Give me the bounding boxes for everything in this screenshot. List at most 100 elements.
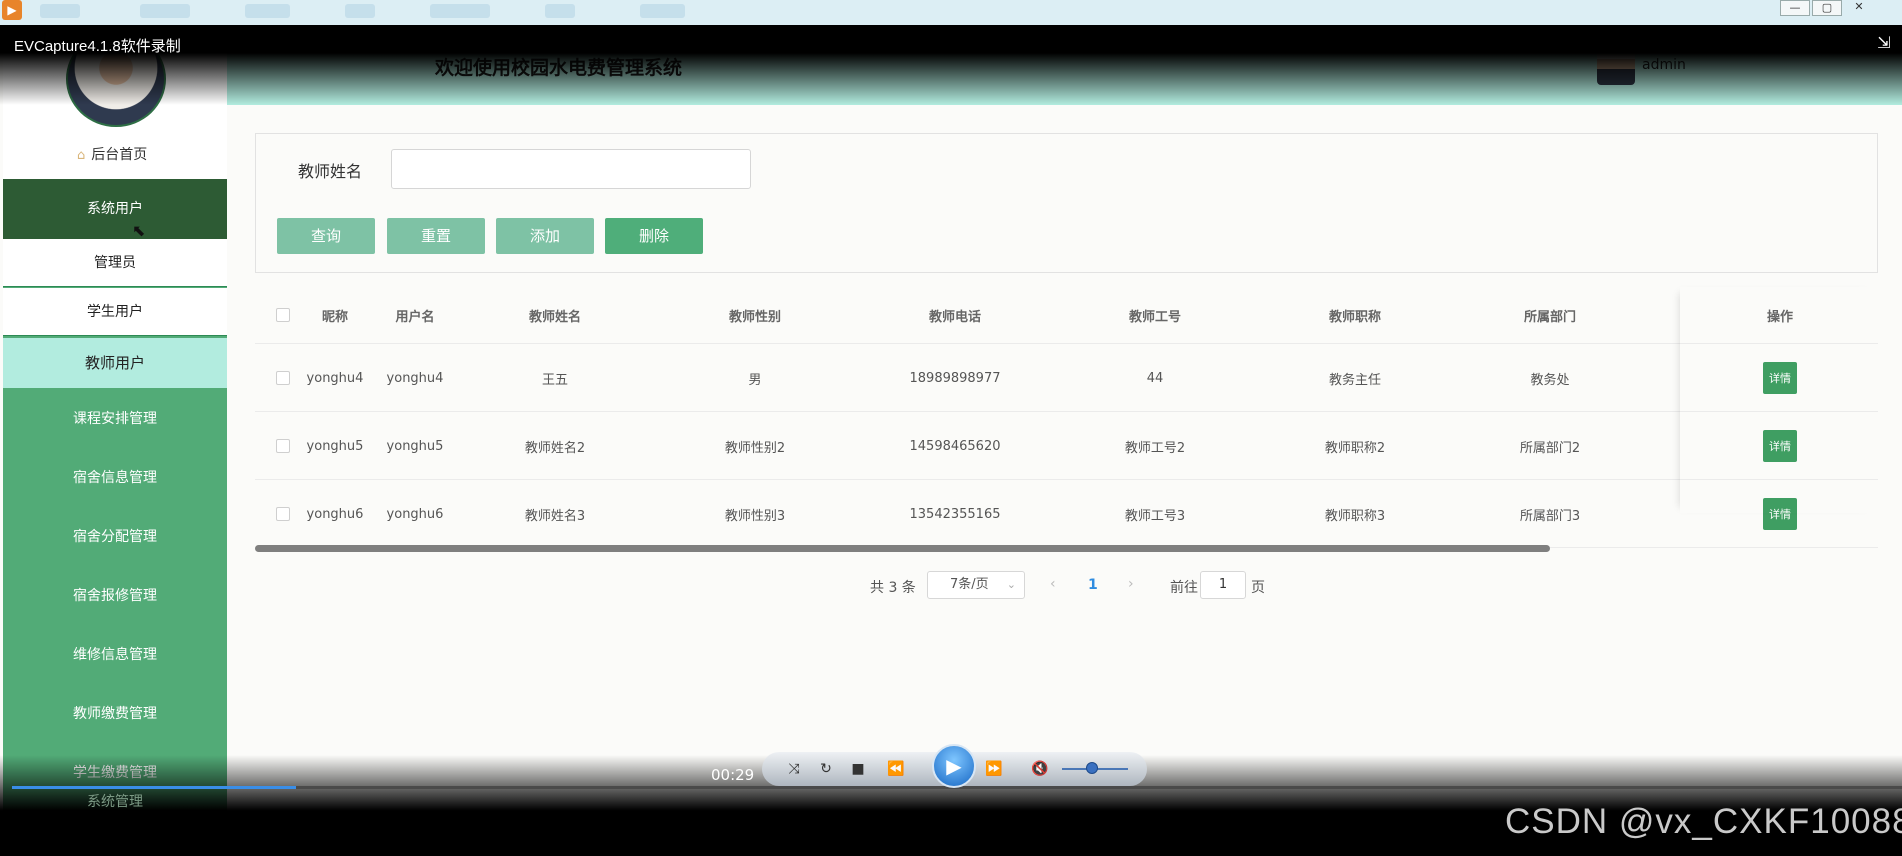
sidebar-item-maintenance[interactable]: 维修信息管理 [3, 626, 227, 685]
home-icon: ⌂ [77, 148, 86, 163]
cell-teacher-name: 教师姓名3 [524, 508, 586, 524]
column-header: 教师工号 [1128, 309, 1181, 325]
cell-teacher-gender: 教师性别2 [724, 440, 786, 456]
cell-nickname: yonghu6 [306, 506, 364, 522]
sidebar-item-admin[interactable]: 管理员 [3, 239, 227, 287]
chevron-down-icon: ⌄ [1006, 578, 1016, 591]
sidebar-item-course-schedule[interactable]: 课程安排管理 [3, 390, 227, 449]
header-avatar[interactable] [1597, 45, 1635, 85]
cell-teacher-id: 44 [1146, 370, 1164, 386]
blurred-toolbar-item [345, 4, 375, 18]
sidebar-item-home[interactable]: ⌂ 后台首页 [77, 144, 147, 164]
capture-app-icon: ▶ [2, 0, 22, 20]
sidebar-item-dorm-assignment[interactable]: 宿舍分配管理 [3, 508, 227, 567]
sidebar-item-dorm-info[interactable]: 宿舍信息管理 [3, 449, 227, 508]
top-header: 欢迎使用校园水电费管理系统 admin [227, 25, 1902, 105]
detail-button[interactable]: 详情 [1763, 430, 1797, 462]
sidebar-group-system-users[interactable]: 系统用户 [3, 179, 227, 239]
pagination-total: 共 3 条 [870, 580, 916, 596]
stop-icon[interactable]: ■ [848, 759, 868, 779]
blurred-toolbar-item [430, 4, 490, 18]
repeat-icon[interactable]: ⤨ [784, 759, 804, 779]
prev-page-button[interactable]: ‹ [1050, 576, 1056, 592]
column-header: 教师电话 [928, 309, 981, 325]
cell-department: 所属部门2 [1519, 440, 1581, 456]
refresh-icon[interactable]: ↻ [816, 759, 836, 779]
cell-nickname: yonghu5 [306, 438, 364, 454]
column-header: 教师性别 [728, 309, 781, 325]
current-page[interactable]: 1 [1088, 577, 1098, 593]
column-header: 教师职称 [1328, 309, 1381, 325]
watermark: CSDN @vx_CXKF10088 [1505, 802, 1902, 841]
current-user-name[interactable]: admin [1642, 57, 1686, 73]
playback-time: 00:29 [711, 766, 755, 784]
column-header: 用户名 [395, 309, 435, 325]
cell-teacher-id: 教师工号3 [1124, 508, 1186, 524]
column-header: 昵称 [321, 309, 348, 325]
rewind-icon[interactable]: ⏪ [886, 759, 906, 779]
table-header-row: 昵称 用户名 教师姓名 教师性别 教师电话 教师工号 教师职称 所属部门 操作 [255, 287, 1878, 344]
cell-nickname: yonghu4 [306, 370, 364, 386]
cell-teacher-name: 教师姓名2 [524, 440, 586, 456]
minimize-button[interactable]: — [1780, 0, 1810, 16]
cell-teacher-title: 教师职称3 [1324, 508, 1386, 524]
mute-icon[interactable]: 🔇 [1030, 759, 1050, 779]
cell-actions: 详情 [1720, 345, 1840, 411]
table-row: yonghu5 yonghu5 教师姓名2 教师性别2 14598465620 … [255, 413, 1878, 480]
close-button[interactable]: ✕ [1844, 0, 1874, 16]
play-icon[interactable]: ▶ [932, 744, 976, 788]
cursor-icon: ⬉ [132, 221, 146, 240]
cell-username: yonghu4 [386, 370, 444, 386]
page-size-value: 7条/页 [950, 577, 989, 592]
cell-teacher-gender: 男 [748, 372, 762, 388]
sidebar-item-label: 后台首页 [91, 147, 148, 163]
blurred-toolbar-item [140, 4, 190, 18]
sidebar-item-dorm-repair[interactable]: 宿舍报修管理 [3, 567, 227, 626]
teacher-table: 昵称 用户名 教师姓名 教师性别 教师电话 教师工号 教师职称 所属部门 操作 … [255, 287, 1878, 548]
blurred-toolbar-item [545, 4, 575, 18]
goto-label: 前往 [1170, 580, 1198, 596]
teacher-name-input[interactable] [391, 149, 751, 189]
next-page-button[interactable]: › [1128, 576, 1134, 592]
sidebar-item-system-management[interactable]: 系统管理 [3, 791, 227, 811]
table-horizontal-scrollbar[interactable] [255, 545, 1550, 552]
page-size-select[interactable]: 7条/页 ⌄ [927, 571, 1025, 599]
blurred-toolbar-item [40, 4, 80, 18]
volume-knob[interactable] [1085, 762, 1098, 774]
fullscreen-icon[interactable]: ⇲ [1874, 33, 1894, 53]
reset-button[interactable]: 重置 [387, 218, 485, 254]
detail-button[interactable]: 详情 [1763, 498, 1797, 530]
column-header: 操作 [1766, 309, 1793, 325]
add-button[interactable]: 添加 [496, 218, 594, 254]
forward-icon[interactable]: ⏩ [984, 759, 1004, 779]
cell-department: 所属部门3 [1519, 508, 1581, 524]
screen: ▶ — ▢ ✕ 欢迎使用校园水电费管理系统 admin ⌂ 后台首页 系统用户 [0, 0, 1902, 856]
sidebar-item-students[interactable]: 学生用户 [3, 288, 227, 336]
maximize-button[interactable]: ▢ [1812, 0, 1842, 16]
row-checkbox[interactable] [276, 371, 290, 385]
row-checkbox[interactable] [276, 507, 290, 521]
sidebar-item-teacher-fees[interactable]: 教师缴费管理 [3, 685, 227, 744]
row-checkbox[interactable] [276, 439, 290, 453]
cell-teacher-name: 王五 [541, 372, 568, 388]
search-label: 教师姓名 [298, 162, 363, 181]
sidebar-item-teachers[interactable]: 教师用户 [3, 338, 227, 388]
page-title: 欢迎使用校园水电费管理系统 [435, 57, 683, 79]
delete-button[interactable]: 删除 [605, 218, 703, 254]
goto-page-input[interactable]: 1 [1200, 571, 1246, 599]
select-all-checkbox[interactable] [276, 308, 290, 322]
blurred-toolbar-item [640, 4, 685, 18]
cell-teacher-phone: 13542355165 [909, 506, 1001, 522]
detail-button[interactable]: 详情 [1763, 362, 1797, 394]
query-button[interactable]: 查询 [277, 218, 375, 254]
capture-title: EVCapture4.1.8软件录制 [14, 38, 181, 55]
cell-username: yonghu6 [386, 506, 444, 522]
search-panel: 教师姓名 查询 重置 添加 删除 [255, 133, 1878, 273]
playback-progress-fill [12, 786, 296, 789]
cell-teacher-id: 教师工号2 [1124, 440, 1186, 456]
cell-username: yonghu5 [386, 438, 444, 454]
table-row: yonghu4 yonghu4 王五 男 18989898977 44 教务主任… [255, 345, 1878, 412]
background-app-strip: ▶ — ▢ ✕ [0, 0, 1902, 25]
cell-teacher-title: 教务主任 [1328, 372, 1381, 388]
blurred-toolbar-item [245, 4, 290, 18]
